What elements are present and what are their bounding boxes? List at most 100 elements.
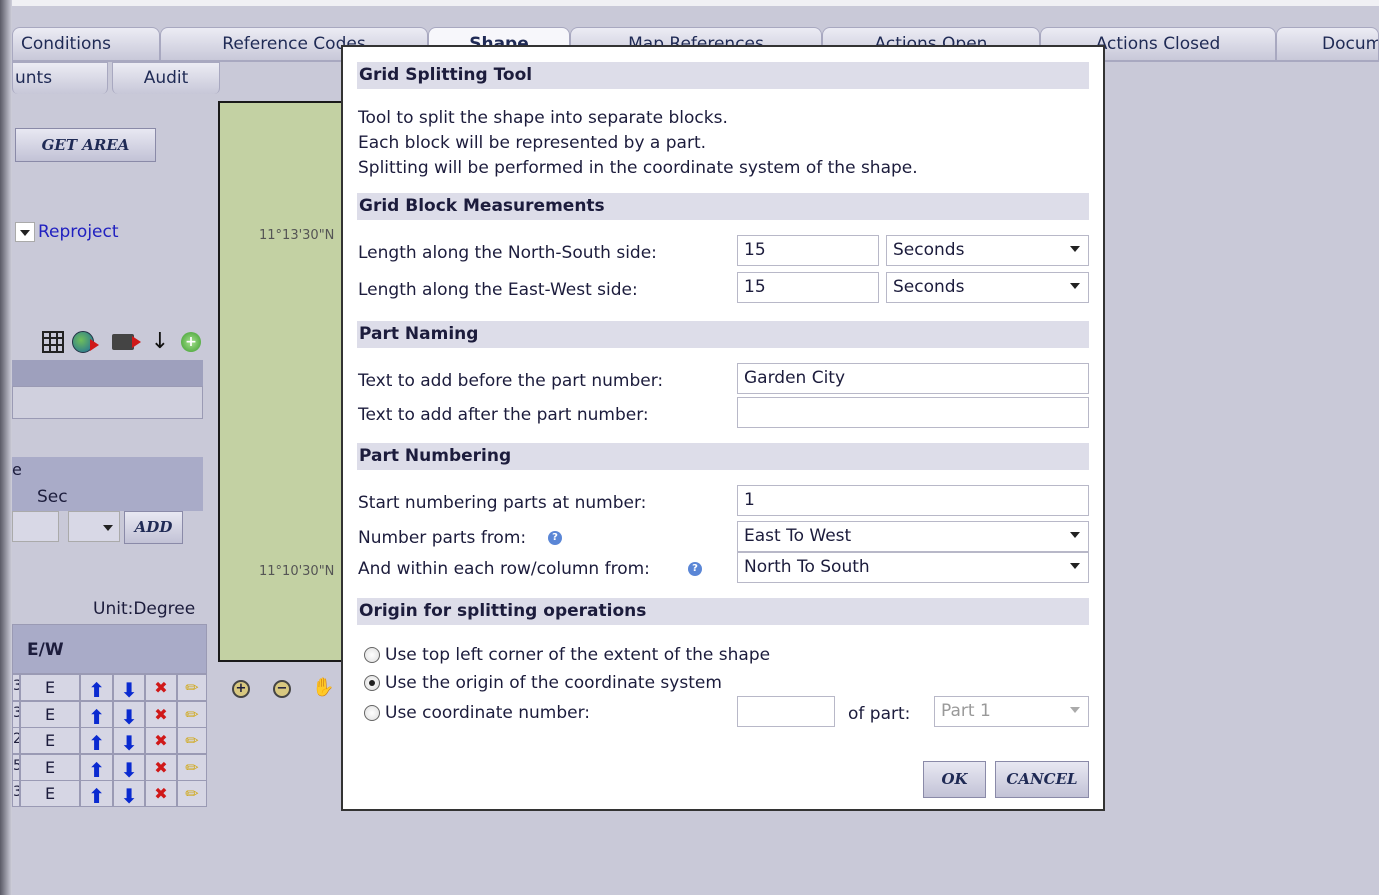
add-button[interactable]: ADD [124, 511, 183, 544]
edit-icon[interactable]: ✏ [177, 780, 207, 807]
tab-accounts[interactable]: unts [12, 62, 108, 94]
table-cell-sec: 5 [12, 753, 20, 781]
edit-icon[interactable]: ✏ [177, 674, 207, 701]
pencil-icon: ✏ [185, 704, 199, 724]
edit-icon[interactable]: ✏ [177, 700, 207, 728]
zoom-in-icon[interactable]: + [232, 680, 250, 698]
ns-length-input[interactable]: 15 [737, 235, 879, 266]
pencil-icon: ✏ [185, 757, 199, 777]
arrow-down-icon: ⬇ [120, 704, 138, 729]
arrow-up-icon: ⬆ [88, 731, 105, 755]
add-green-icon[interactable]: + [181, 332, 201, 352]
section-part-naming: Part Naming [357, 321, 1089, 348]
arrow-red-icon [132, 336, 141, 348]
move-up-icon[interactable]: ⬆ [80, 674, 113, 702]
arrow-down-icon: ⬇ [120, 678, 138, 702]
table-cell-ew: E [20, 700, 80, 728]
delete-icon[interactable]: ✖ [145, 753, 177, 781]
arrow-down-icon: ⬇ [120, 757, 138, 782]
help-icon[interactable]: ? [548, 531, 562, 545]
move-down-icon[interactable]: ⬇ [113, 753, 145, 782]
section-origin: Origin for splitting operations [357, 598, 1089, 625]
pencil-icon: ✏ [185, 784, 199, 803]
chevron-down-icon [1070, 563, 1080, 569]
move-down-icon[interactable]: ⬇ [113, 674, 145, 702]
coord-header-e: e [12, 460, 22, 479]
ok-button[interactable]: OK [923, 761, 986, 798]
arrow-right-red-icon [90, 339, 99, 351]
ns-unit-select[interactable]: Seconds [886, 235, 1089, 266]
delete-x-icon: ✖ [154, 704, 168, 724]
radio-origin[interactable] [364, 675, 380, 691]
move-up-icon[interactable]: ⬆ [80, 753, 113, 782]
chevron-down-icon [1070, 246, 1080, 252]
table-cell-sec: 3 [12, 780, 20, 807]
export-icon[interactable] [112, 334, 134, 350]
arrow-up-icon: ⬆ [88, 784, 105, 808]
ew-unit-select[interactable]: Seconds [886, 272, 1089, 303]
arrow-down-icon[interactable]: ↓ [150, 330, 170, 354]
table-cell-sec: 3 [12, 674, 20, 701]
help-icon[interactable]: ? [688, 562, 702, 576]
arrow-up-icon: ⬆ [88, 757, 105, 782]
within-select[interactable]: North To South [737, 552, 1089, 583]
delete-icon[interactable]: ✖ [145, 700, 177, 728]
prefix-input[interactable]: Garden City [737, 363, 1089, 394]
ew-length-input[interactable]: 15 [737, 272, 879, 303]
move-down-icon[interactable]: ⬇ [113, 700, 145, 729]
move-down-icon[interactable]: ⬇ [113, 780, 145, 808]
radio-coordinate-label: Use coordinate number: [385, 703, 591, 723]
delete-icon[interactable]: ✖ [145, 727, 177, 754]
part-select[interactable]: Part 1 [934, 696, 1089, 727]
pencil-icon: ✏ [185, 678, 199, 697]
suffix-input[interactable] [737, 397, 1089, 428]
radio-coordinate-number[interactable] [364, 705, 380, 721]
number-from-label: Number parts from: [358, 528, 527, 548]
radio-top-left-label: Use top left corner of the extent of the… [385, 645, 771, 665]
delete-icon[interactable]: ✖ [145, 674, 177, 701]
sec-input[interactable] [12, 511, 59, 542]
number-from-select[interactable]: East To West [737, 521, 1089, 552]
delete-icon[interactable]: ✖ [145, 780, 177, 807]
start-number-input[interactable]: 1 [737, 485, 1089, 516]
ew-unit-value: Seconds [893, 277, 965, 297]
table-cell-ew: E [20, 753, 80, 781]
tab-audit[interactable]: Audit [112, 62, 220, 94]
ns-length-label: Length along the North-South side: [358, 243, 657, 263]
section-grid-block-measurements: Grid Block Measurements [357, 193, 1089, 220]
chevron-down-icon [1070, 532, 1080, 538]
table-header-ew: E/W [27, 640, 64, 660]
list-row-empty [12, 386, 203, 419]
map-latitude-bottom: 11°10'30"N [259, 564, 335, 579]
chevron-down-icon [103, 525, 113, 531]
coordinate-number-input[interactable] [737, 696, 835, 727]
dialog-title: Grid Splitting Tool [357, 62, 1089, 89]
table-cell-sec: 2 [12, 727, 20, 754]
within-label: And within each row/column from: [358, 559, 650, 579]
zoom-out-icon[interactable]: − [273, 680, 291, 698]
arrow-up-icon: ⬆ [88, 704, 105, 729]
list-header-bar [12, 360, 203, 386]
radio-top-left[interactable] [364, 647, 380, 663]
reproject-dropdown[interactable] [15, 222, 35, 242]
number-from-value: East To West [744, 526, 852, 546]
get-area-button[interactable]: GET AREA [15, 128, 156, 162]
move-up-icon[interactable]: ⬆ [80, 700, 113, 729]
grid-icon[interactable] [42, 331, 64, 353]
cancel-button[interactable]: CANCEL [995, 761, 1089, 798]
move-up-icon[interactable]: ⬆ [80, 727, 113, 755]
tab-conditions[interactable]: Conditions [12, 27, 160, 61]
move-down-icon[interactable]: ⬇ [113, 727, 145, 755]
unit-label: Unit:Degree [93, 599, 196, 619]
edit-icon[interactable]: ✏ [177, 753, 207, 781]
reproject-link[interactable]: Reproject [38, 222, 119, 242]
of-part-label: of part: [848, 704, 911, 724]
pan-hand-icon[interactable]: ✋ [312, 677, 334, 699]
edit-icon[interactable]: ✏ [177, 727, 207, 754]
tab-documents[interactable]: Docum [1276, 27, 1379, 61]
move-up-icon[interactable]: ⬆ [80, 780, 113, 808]
chevron-down-icon [1070, 707, 1080, 713]
window-edge [0, 0, 12, 895]
hemisphere-select[interactable] [68, 511, 120, 542]
pencil-icon: ✏ [185, 731, 199, 750]
